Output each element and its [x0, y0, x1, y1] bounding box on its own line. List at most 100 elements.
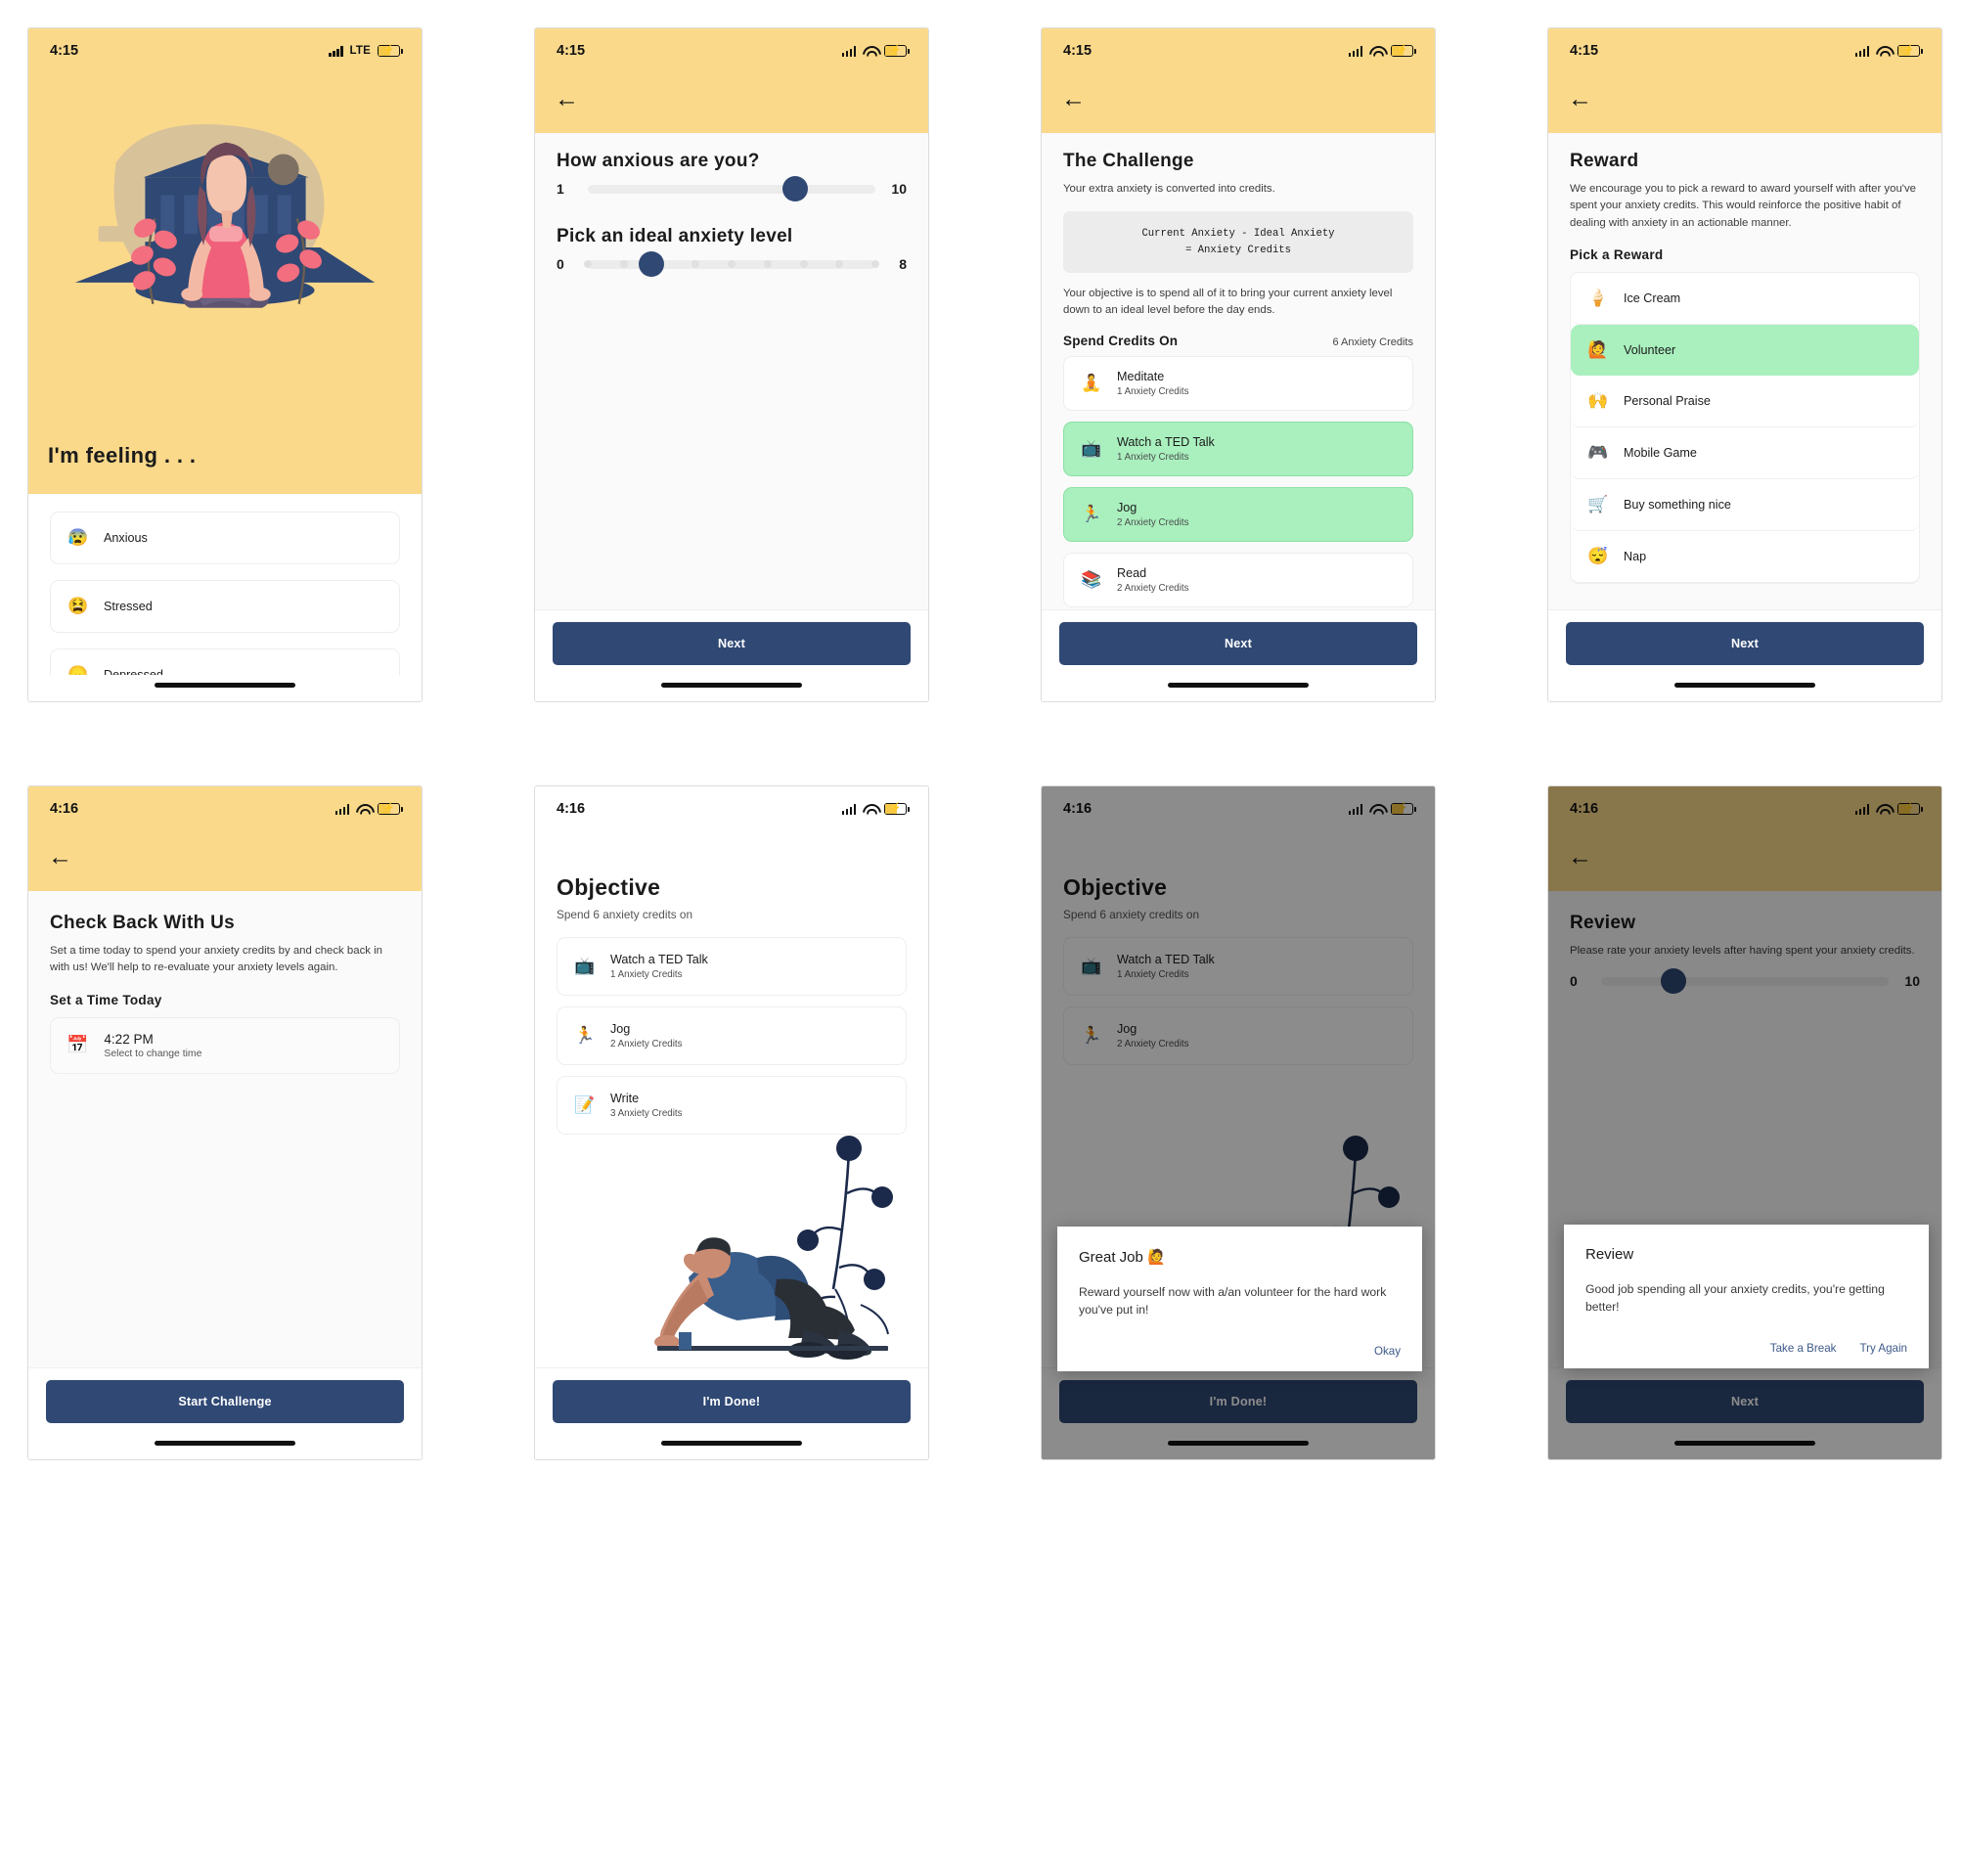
phone-screen-the-challenge: 4:15 ⚡ ← The Challenge Your extra anxiet…	[1041, 27, 1436, 702]
section-label: Spend Credits On	[1063, 333, 1179, 348]
ideal-anxiety-slider[interactable]: 0 8	[557, 251, 907, 277]
status-icons: ⚡	[1854, 45, 1923, 57]
home-indicator	[28, 675, 422, 701]
back-arrow-icon[interactable]: ←	[1568, 845, 1592, 870]
next-button[interactable]: Next	[1566, 622, 1924, 665]
slider-thumb[interactable]	[1660, 968, 1686, 995]
anxious-face-icon: 😰	[67, 528, 89, 547]
calendar-icon: 📅	[67, 1035, 89, 1055]
battery-charging-icon: ⚡	[884, 803, 910, 815]
next-button[interactable]: Next	[1059, 622, 1417, 665]
ice-cream-icon: 🍦	[1587, 288, 1609, 307]
footer: Next	[535, 609, 928, 675]
status-bar: 4:15 ⚡	[535, 28, 928, 73]
slider-thumb[interactable]	[638, 251, 664, 277]
review-anxiety-slider[interactable]: 0 10	[1570, 968, 1920, 995]
reward-option-nap[interactable]: 😴 Nap	[1571, 531, 1919, 583]
activity-credits: 1 Anxiety Credits	[1117, 969, 1189, 980]
reward-list: 🍦 Ice Cream 🙋 Volunteer 🙌 Personal Prais…	[1570, 271, 1920, 584]
reward-label: Volunteer	[1624, 342, 1676, 357]
wifi-icon	[1876, 46, 1891, 57]
reward-option-ice-cream[interactable]: 🍦 Ice Cream	[1571, 273, 1919, 325]
activity-option-watch-a-ted-talk[interactable]: 📺 Watch a TED Talk 1 Anxiety Credits	[1063, 421, 1413, 476]
activity-name: Jog	[1117, 1022, 1137, 1036]
im-done-button[interactable]: I'm Done!	[1059, 1380, 1417, 1423]
phone-screen-objective-dialog: 4:16 ⚡ Objective Spend 6 anxiety credits…	[1041, 785, 1436, 1460]
next-button[interactable]: Next	[553, 622, 911, 665]
reward-option-personal-praise[interactable]: 🙌 Personal Praise	[1571, 376, 1919, 427]
activity-name: Write	[610, 1092, 640, 1105]
challenge-explanation: Your objective is to spend all of it to …	[1063, 288, 1393, 317]
battery-charging-icon: ⚡	[378, 803, 403, 815]
status-time: 4:16	[50, 801, 79, 817]
status-icons: ⚡	[841, 803, 910, 815]
objective-subtitle: Spend 6 anxiety credits on	[557, 908, 693, 921]
mood-option-stressed[interactable]: 😫 Stressed	[50, 580, 400, 633]
status-time: 4:15	[1063, 43, 1092, 59]
battery-charging-icon: ⚡	[884, 45, 910, 57]
slider-max-label: 10	[1904, 973, 1920, 990]
home-indicator	[1042, 675, 1435, 701]
im-done-button[interactable]: I'm Done!	[553, 1380, 911, 1423]
status-bar: 4:16 ⚡	[1042, 786, 1435, 831]
mood-option-anxious[interactable]: 😰 Anxious	[50, 512, 400, 564]
wifi-icon	[863, 804, 877, 815]
activity-option-meditate[interactable]: 🧘 Meditate 1 Anxiety Credits	[1063, 355, 1413, 411]
activity-option-jog[interactable]: 🏃 Jog 2 Anxiety Credits	[1063, 486, 1413, 542]
slider-track[interactable]	[1601, 968, 1889, 995]
great-job-dialog: Great Job 🙋 Reward yourself now with a/a…	[1057, 1227, 1422, 1371]
check-back-description: Set a time today to spend your anxiety c…	[50, 945, 383, 974]
take-a-break-button[interactable]: Take a Break	[1770, 1342, 1837, 1355]
start-challenge-button[interactable]: Start Challenge	[46, 1380, 404, 1423]
challenge-body: The Challenge Your extra anxiety is conv…	[1042, 133, 1435, 609]
back-arrow-icon[interactable]: ←	[1061, 87, 1086, 112]
stressed-face-icon: 😫	[67, 597, 89, 615]
reward-option-volunteer[interactable]: 🙋 Volunteer	[1571, 324, 1919, 376]
slider-track[interactable]	[584, 251, 879, 277]
mood-label: Stressed	[104, 600, 153, 613]
next-button[interactable]: Next	[1566, 1380, 1924, 1423]
runner-icon: 🏃	[574, 1026, 596, 1045]
current-anxiety-slider[interactable]: 1 10	[557, 176, 907, 201]
home-indicator	[1548, 675, 1941, 701]
depressed-face-icon: 😞	[67, 665, 89, 675]
phone-screen-reward: 4:15 ⚡ ← Reward We encourage you to pick…	[1547, 27, 1942, 702]
try-again-button[interactable]: Try Again	[1859, 1342, 1907, 1355]
meditate-icon: 🧘	[1081, 373, 1102, 392]
phone-screen-anxiety-levels: 4:15 ⚡ ← How anxious are you? 1 10 Pick …	[534, 27, 929, 702]
time-picker-card[interactable]: 📅 4:22 PM Select to change time	[50, 1016, 400, 1074]
dialog-body: Good job spending all your anxiety credi…	[1585, 1282, 1885, 1315]
activity-credits: 2 Anxiety Credits	[1117, 1039, 1189, 1050]
footer: Next	[1548, 1367, 1941, 1433]
back-arrow-icon[interactable]: ←	[1568, 87, 1592, 112]
objective-subtitle: Spend 6 anxiety credits on	[1063, 908, 1200, 921]
activity-credits: 2 Anxiety Credits	[610, 1039, 683, 1050]
activity-name: Watch a TED Talk	[610, 953, 708, 966]
dialog-actions: Take a Break Try Again	[1585, 1342, 1907, 1355]
slider-thumb[interactable]	[781, 176, 808, 201]
activity-credits: 1 Anxiety Credits	[1117, 451, 1189, 463]
wifi-icon	[863, 46, 877, 57]
reward-option-buy-something-nice[interactable]: 🛒 Buy something nice	[1571, 479, 1919, 531]
slider-min-label: 0	[1570, 973, 1578, 990]
status-icons: LTE ⚡	[329, 45, 403, 57]
activity-option-read[interactable]: 📚 Read 2 Anxiety Credits	[1063, 552, 1413, 607]
wifi-icon	[356, 804, 371, 815]
wifi-icon	[1876, 804, 1891, 815]
back-arrow-icon[interactable]: ←	[555, 87, 579, 112]
activity-name: Read	[1117, 565, 1147, 580]
okay-button[interactable]: Okay	[1374, 1345, 1401, 1358]
pick-a-reward-label: Pick a Reward	[1570, 246, 1664, 262]
back-arrow-icon[interactable]: ←	[48, 845, 72, 870]
reward-option-mobile-game[interactable]: 🎮 Mobile Game	[1571, 427, 1919, 479]
battery-charging-icon: ⚡	[1391, 803, 1416, 815]
status-bar: 4:15 ⚡	[1042, 28, 1435, 73]
wifi-icon	[1369, 46, 1384, 57]
status-icons: ⚡	[841, 45, 910, 57]
objective-body: Objective Spend 6 anxiety credits on 📺 W…	[535, 831, 928, 1367]
page-title: Objective	[557, 874, 661, 900]
page-title: Objective	[1063, 874, 1168, 900]
page-title: Check Back With Us	[50, 913, 235, 933]
slider-track[interactable]	[588, 176, 875, 201]
mood-option-depressed[interactable]: 😞 Depressed	[50, 648, 400, 675]
